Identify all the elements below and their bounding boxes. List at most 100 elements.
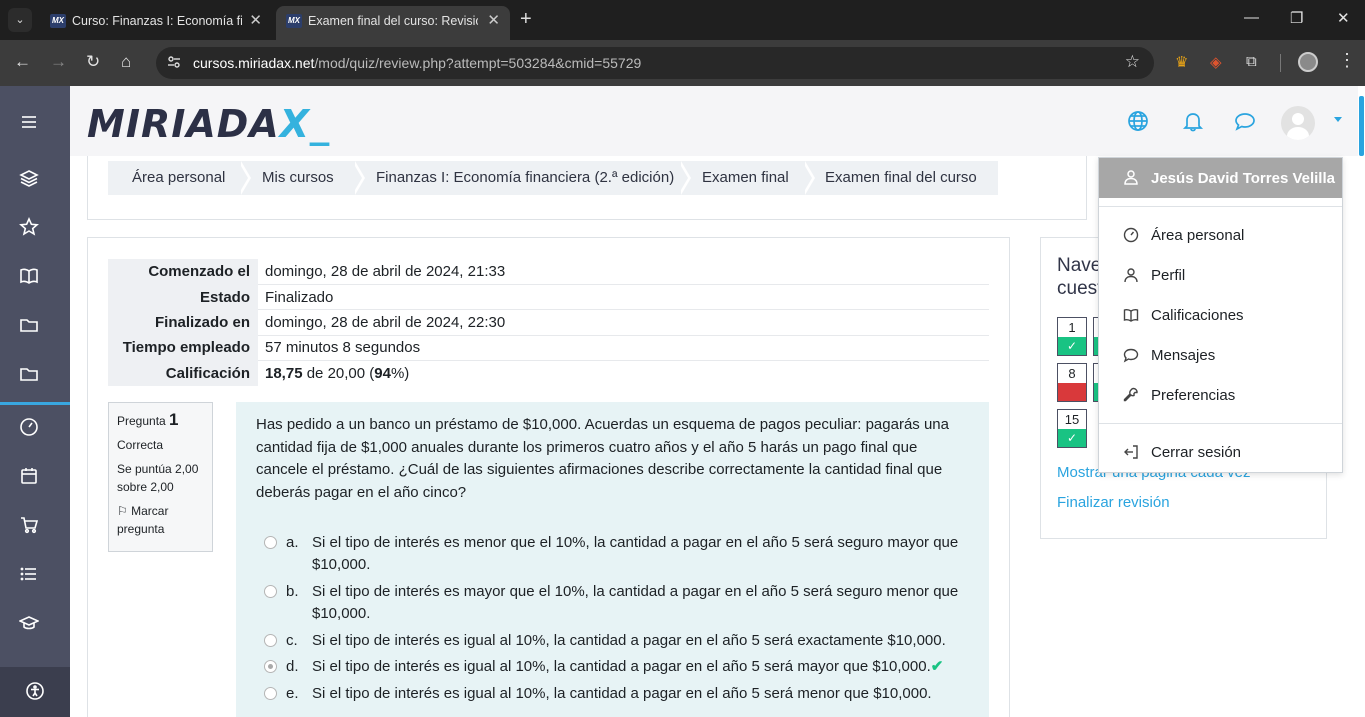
grade-percent: 94 — [374, 365, 391, 382]
radio-button[interactable] — [264, 634, 277, 647]
address-bar[interactable]: cursos.miriadax.net/mod/quiz/review.php?… — [156, 47, 1154, 79]
breadcrumb-item[interactable]: Examen final — [678, 161, 815, 195]
minimize-icon[interactable]: — — [1244, 9, 1259, 26]
browser-profile-avatar[interactable] — [1298, 52, 1318, 72]
breadcrumb-item[interactable]: Mis cursos — [238, 161, 365, 195]
tab-search-chevron-icon[interactable]: ⌄ — [8, 8, 32, 32]
calendar-icon[interactable] — [19, 466, 39, 486]
browser-menu-kebab-icon[interactable]: ⋮ — [1338, 50, 1356, 71]
finish-review-link[interactable]: Finalizar revisión — [1057, 494, 1170, 511]
flag-question-button[interactable]: ⚐ Marcar pregunta — [117, 502, 204, 538]
grade-label: Calificación — [108, 360, 258, 386]
radio-button-selected[interactable] — [264, 660, 277, 673]
hamburger-menu-icon[interactable] — [19, 112, 39, 132]
grade-of: de 20,00 ( — [302, 365, 375, 382]
answer-text: Si el tipo de interés es igual al 10%, l… — [312, 685, 932, 702]
dashboard-gauge-icon[interactable] — [19, 417, 39, 437]
new-tab-plus-icon[interactable]: + — [520, 8, 532, 31]
radio-button[interactable] — [264, 536, 277, 549]
answer-text: Si el tipo de interés es menor que el 10… — [312, 534, 959, 573]
menu-item-preferencias[interactable]: Preferencias — [1099, 379, 1342, 411]
url-text: cursos.miriadax.net/mod/quiz/review.php?… — [193, 55, 641, 71]
miriadax-favicon-icon: MX — [286, 14, 302, 28]
folder-icon[interactable] — [19, 364, 39, 384]
extensions-puzzle-icon[interactable]: ⧉ — [1246, 53, 1257, 70]
answer-text-value: Si el tipo de interés es igual al 10%, l… — [312, 658, 931, 675]
back-arrow-icon[interactable]: ← — [14, 52, 31, 72]
tab-title: Examen final del curso: Revisión del int… — [308, 14, 478, 28]
logo-text: MIRIADA — [87, 102, 280, 146]
menu-item-label: Preferencias — [1151, 387, 1236, 404]
bell-notifications-icon[interactable] — [1182, 110, 1204, 132]
menu-item-calificaciones[interactable]: Calificaciones — [1099, 299, 1342, 331]
list-icon[interactable] — [19, 564, 39, 584]
breadcrumb-label: Finanzas I: Economía financiera (2.ª edi… — [376, 169, 675, 186]
breadcrumb-item[interactable]: Examen final del curso — [801, 161, 998, 195]
chat-messages-icon[interactable] — [1234, 110, 1256, 132]
radio-button[interactable] — [264, 687, 277, 700]
breadcrumb-item[interactable]: Finanzas I: Economía financiera (2.ª edi… — [352, 161, 691, 195]
crown-extension-icon[interactable]: ♛ — [1175, 53, 1188, 71]
url-path: /mod/quiz/review.php?attempt=503284&cmid… — [314, 55, 642, 71]
grade-value: 18,75 de 20,00 (94%) — [258, 360, 989, 386]
menu-item-perfil[interactable]: Perfil — [1099, 259, 1342, 291]
folder-icon[interactable] — [19, 315, 39, 335]
answer-text: Si el tipo de interés es igual al 10%, l… — [312, 656, 962, 678]
breadcrumb-label: Examen final — [702, 169, 789, 186]
logout-icon — [1123, 444, 1139, 460]
menu-item-label: Calificaciones — [1151, 307, 1244, 324]
breadcrumb-item[interactable]: Área personal — [108, 161, 251, 195]
incorrect-status — [1058, 383, 1086, 401]
menu-item-area-personal[interactable]: Área personal — [1099, 219, 1342, 251]
state-value: Finalizado — [258, 283, 989, 310]
shopping-cart-icon[interactable] — [19, 515, 39, 535]
graduation-cap-icon[interactable] — [18, 613, 40, 633]
site-header: MIRIADAX_ — [70, 86, 1358, 156]
answer-letter: e. — [286, 685, 299, 702]
table-row: Comenzado el domingo, 28 de abril de 2024… — [108, 259, 989, 285]
menu-item-logout[interactable]: Cerrar sesión — [1099, 436, 1342, 468]
finished-value: domingo, 28 de abril de 2024, 22:30 — [258, 309, 989, 336]
site-settings-icon[interactable] — [166, 54, 182, 70]
user-dropdown-menu: Jesús David Torres Velilla Área personal… — [1098, 157, 1343, 473]
close-tab-icon[interactable]: ✕ — [249, 11, 262, 29]
toolbar-divider — [1280, 54, 1281, 72]
question-text: Has pedido a un banco un préstamo de $10… — [256, 416, 949, 501]
answer-text: Si el tipo de interés es igual al 10%, l… — [312, 632, 946, 649]
browser-tab-exam-review[interactable]: MX Examen final del curso: Revisión del … — [276, 6, 510, 40]
user-menu-caret-icon[interactable] — [1334, 117, 1342, 122]
bookmark-star-icon[interactable]: ☆ — [1125, 52, 1140, 72]
star-icon[interactable] — [19, 217, 39, 237]
forward-arrow-icon[interactable]: → — [50, 52, 67, 72]
question-nav-button-1[interactable]: 1 ✓ — [1057, 317, 1087, 356]
graduation-extension-icon[interactable]: ◈ — [1210, 53, 1222, 71]
url-host: cursos.miriadax.net — [193, 55, 315, 71]
time-label: Tiempo empleado — [108, 335, 258, 361]
breadcrumb-label: Examen final del curso — [825, 169, 977, 186]
table-row: Estado Finalizado — [108, 283, 989, 310]
radio-button[interactable] — [264, 585, 277, 598]
user-avatar[interactable] — [1281, 106, 1315, 140]
globe-language-icon[interactable] — [1127, 110, 1149, 132]
question-number: Pregunta 1 — [117, 411, 204, 430]
question-nav-button-8[interactable]: 8 — [1057, 363, 1087, 402]
question-nav-button-15[interactable]: 15 ✓ — [1057, 409, 1087, 448]
correct-check-icon: ✓ — [1058, 337, 1086, 355]
page-scrollbar[interactable] — [1359, 96, 1364, 156]
user-name-header[interactable]: Jesús David Torres Velilla — [1099, 158, 1342, 198]
browser-tab-course[interactable]: MX Curso: Finanzas I: Economía financier… — [40, 6, 272, 40]
book-icon[interactable] — [19, 266, 39, 286]
question-content: Has pedido a un banco un préstamo de $10… — [236, 402, 989, 717]
flag-icon: ⚐ — [117, 504, 128, 518]
close-tab-icon[interactable]: ✕ — [487, 11, 500, 29]
accessibility-icon[interactable] — [25, 681, 45, 701]
restore-window-icon[interactable]: ❐ — [1290, 9, 1303, 27]
table-row: Calificación 18,75 de 20,00 (94%) — [108, 360, 989, 386]
reload-icon[interactable]: ↻ — [86, 52, 100, 72]
miriadax-logo[interactable]: MIRIADAX_ — [87, 102, 330, 146]
close-window-icon[interactable]: ✕ — [1337, 9, 1350, 27]
layers-icon[interactable] — [19, 168, 39, 188]
menu-item-mensajes[interactable]: Mensajes — [1099, 339, 1342, 371]
home-icon[interactable]: ⌂ — [121, 52, 131, 72]
menu-item-label: Cerrar sesión — [1151, 444, 1242, 461]
